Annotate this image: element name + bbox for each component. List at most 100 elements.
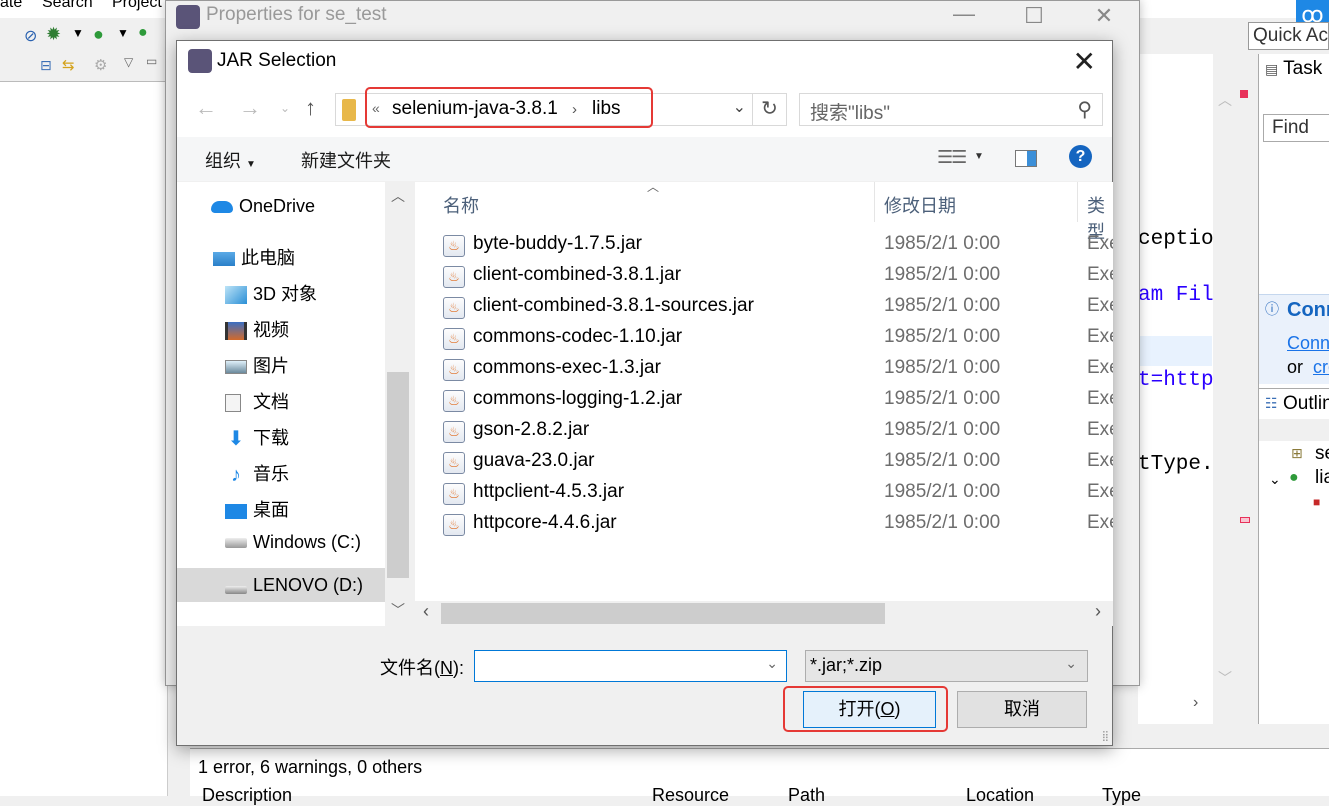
file-name: commons-codec-1.10.jar xyxy=(473,326,683,347)
view-dropdown-icon[interactable]: ▼ xyxy=(974,151,984,162)
new-folder-button[interactable]: 新建文件夹 xyxy=(301,147,391,173)
nav-item-3d-objects[interactable]: 3D 对象 xyxy=(225,280,317,314)
forward-button[interactable]: → xyxy=(239,95,261,121)
up-button[interactable]: ↑ xyxy=(305,95,316,121)
filter-icon[interactable]: ⚙ xyxy=(94,56,107,74)
address-dropdown-icon[interactable]: ⌄ xyxy=(733,97,746,117)
search-input[interactable]: 搜索"libs" xyxy=(810,98,890,125)
nav-item-pictures[interactable]: 图片 xyxy=(225,352,289,386)
sort-ascending-icon: ︿ xyxy=(647,182,660,194)
scrollbar-thumb[interactable] xyxy=(441,603,885,624)
horizontal-scrollbar[interactable]: ‹ › xyxy=(415,601,1113,626)
create-link[interactable]: create xyxy=(1313,357,1329,378)
nav-item-downloads[interactable]: ⬇ 下载 xyxy=(225,424,289,458)
file-row[interactable]: ♨ guava-23.0.jar 1985/2/1 0:00 Exe xyxy=(415,449,1113,480)
close-button[interactable]: ✕ xyxy=(1073,45,1096,78)
menu-item-navigate[interactable]: ate xyxy=(0,0,22,12)
document-icon xyxy=(225,394,241,413)
cancel-button[interactable]: 取消 xyxy=(957,691,1087,728)
organize-button[interactable]: 组织 ▼ xyxy=(205,147,256,173)
filename-label: 文件名(N): xyxy=(380,654,464,680)
maximize-button[interactable]: ☐ xyxy=(1014,3,1054,29)
scroll-left-icon[interactable]: ‹ xyxy=(423,601,429,622)
find-input[interactable]: Find xyxy=(1263,114,1329,142)
scroll-down-icon[interactable]: ﹀ xyxy=(391,600,405,620)
menu-item-search[interactable]: Search xyxy=(42,0,93,12)
file-date: 1985/2/1 0:00 xyxy=(884,326,1001,347)
info-icon: ⓘ xyxy=(1265,301,1279,317)
run-dropdown-icon[interactable]: ▼ xyxy=(117,26,129,40)
outline-icon: ☷ xyxy=(1265,395,1278,411)
close-button[interactable]: ✕ xyxy=(1084,3,1124,29)
filename-input[interactable]: ⌄ xyxy=(474,650,787,682)
file-row[interactable]: ♨ httpcore-4.4.6.jar 1985/2/1 0:00 Exe xyxy=(415,511,1113,542)
minimize-button[interactable]: — xyxy=(944,1,984,27)
nav-item-this-pc[interactable]: 此电脑 xyxy=(213,244,295,278)
view-details-icon[interactable]: ☰☰ xyxy=(937,147,967,168)
scroll-right-icon[interactable]: › xyxy=(1193,694,1198,712)
file-row[interactable]: ♨ client-combined-3.8.1-sources.jar 1985/2… xyxy=(415,294,1113,325)
expand-chevron-icon[interactable]: ⌄ xyxy=(1269,471,1281,488)
help-icon[interactable]: ? xyxy=(1069,145,1092,168)
file-row[interactable]: ♨ httpclient-4.5.3.jar 1985/2/1 0:00 Exe xyxy=(415,480,1113,511)
label-text: 打开( xyxy=(838,699,881,719)
file-type-filter[interactable]: *.jar;*.zip ⌄ xyxy=(805,650,1088,682)
scroll-up-icon[interactable]: ︿ xyxy=(391,186,405,206)
file-name: commons-exec-1.3.jar xyxy=(473,357,661,378)
filename-dropdown-icon[interactable]: ⌄ xyxy=(766,655,778,672)
file-row[interactable]: ♨ client-combined-3.8.1.jar 1985/2/1 0:00 E… xyxy=(415,263,1113,294)
minimize-icon[interactable]: ▭ xyxy=(146,54,157,68)
nav-item-documents[interactable]: 文档 xyxy=(225,388,289,422)
collapse-all-icon[interactable]: ⊟ xyxy=(40,57,52,74)
debug-dropdown-icon[interactable]: ▼ xyxy=(72,26,84,40)
nav-item-music[interactable]: ♪ 音乐 xyxy=(225,460,289,494)
file-type: Exe xyxy=(1087,512,1113,533)
view-menu-icon[interactable]: ▽ xyxy=(124,55,133,69)
debug-icon[interactable]: ✹ xyxy=(46,24,61,45)
link-editor-icon[interactable]: ⇆ xyxy=(62,56,75,74)
back-button[interactable]: ← xyxy=(195,95,217,121)
scroll-right-icon[interactable]: › xyxy=(1095,601,1101,622)
file-row[interactable]: ♨ commons-codec-1.10.jar 1985/2/1 0:00 Exe xyxy=(415,325,1113,356)
preview-pane-icon[interactable] xyxy=(1015,150,1037,167)
scrollbar-thumb[interactable] xyxy=(387,372,409,578)
outline-title[interactable]: Outline xyxy=(1283,393,1329,415)
scroll-down-icon[interactable]: ﹀ xyxy=(1218,668,1232,688)
file-date: 1985/2/1 0:00 xyxy=(884,512,1001,533)
java-jar-icon: ♨ xyxy=(443,421,465,443)
outline-item[interactable]: se xyxy=(1315,443,1329,465)
column-name[interactable]: 名称 xyxy=(443,192,479,218)
download-icon: ⬇ xyxy=(227,428,245,451)
drive-icon xyxy=(225,538,247,549)
nav-item-windows-c[interactable]: Windows (C:) xyxy=(225,532,361,566)
nav-item-desktop[interactable]: 桌面 xyxy=(225,496,289,530)
open-button[interactable]: 打开(O) xyxy=(803,691,936,728)
nav-item-lenovo-d[interactable]: LENOVO (D:) xyxy=(177,568,385,602)
menu-item-project[interactable]: Project xyxy=(112,0,162,12)
recent-locations-dropdown[interactable]: ⌄ xyxy=(280,101,290,115)
column-date[interactable]: 修改日期 xyxy=(884,192,956,218)
nav-scrollbar[interactable]: ︿ ﹀ xyxy=(385,182,411,626)
task-list-title[interactable]: Task List xyxy=(1283,58,1329,79)
quick-access-input[interactable]: Quick Access xyxy=(1248,22,1329,50)
refresh-button[interactable]: ↻ xyxy=(752,94,786,125)
resize-grip-icon[interactable]: ⣿ xyxy=(1102,731,1109,742)
file-row[interactable]: ♨ commons-logging-1.2.jar 1985/2/1 0:00 Exe xyxy=(415,387,1113,418)
skip-breakpoints-icon[interactable]: ⊘ xyxy=(24,26,37,46)
outline-item[interactable]: lia xyxy=(1315,467,1329,489)
file-date: 1985/2/1 0:00 xyxy=(884,419,1001,440)
scroll-up-icon[interactable]: ︿ xyxy=(1218,90,1232,110)
file-row[interactable]: ♨ gson-2.8.2.jar 1985/2/1 0:00 Exe xyxy=(415,418,1113,449)
warning-marker-icon[interactable] xyxy=(1240,517,1250,523)
filter-dropdown-icon[interactable]: ⌄ xyxy=(1065,655,1077,672)
nav-item-onedrive[interactable]: OneDrive xyxy=(211,196,315,230)
nav-item-videos[interactable]: 视频 xyxy=(225,316,289,350)
search-icon[interactable]: ⚲ xyxy=(1077,97,1092,122)
connect-link[interactable]: Connect xyxy=(1287,333,1329,354)
file-row[interactable]: ♨ byte-buddy-1.7.5.jar 1985/2/1 0:00 Exe xyxy=(415,232,1113,263)
run-icon[interactable]: ● xyxy=(93,24,104,45)
file-row[interactable]: ♨ commons-exec-1.3.jar 1985/2/1 0:00 Exe xyxy=(415,356,1113,387)
search-box[interactable]: 搜索"libs" ⚲ xyxy=(799,93,1103,126)
external-tools-icon[interactable]: ● xyxy=(138,24,148,42)
error-marker-icon[interactable] xyxy=(1240,90,1248,98)
